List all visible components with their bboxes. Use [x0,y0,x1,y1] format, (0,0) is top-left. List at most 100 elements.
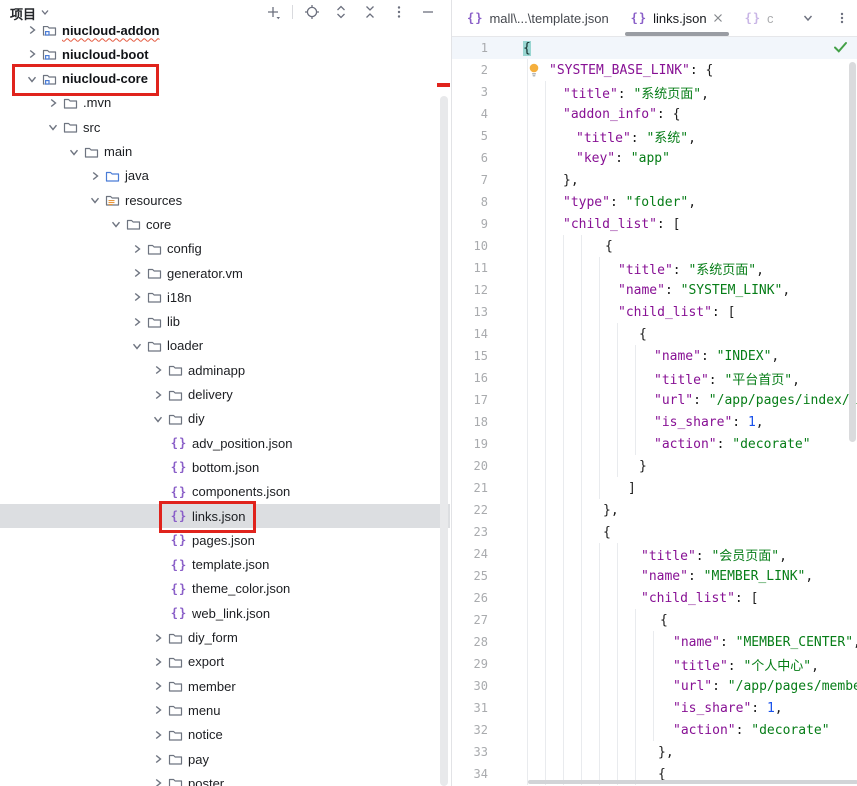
chevron-right-icon[interactable] [149,775,166,786]
code-line: 22}, [452,499,857,521]
tree-row-bottom-json[interactable]: {}bottom.json [0,455,450,479]
tab-label: c [767,11,774,26]
chevron-down-icon[interactable] [107,216,124,232]
chevron-right-icon[interactable] [128,314,145,330]
expand-all-icon[interactable] [331,2,351,22]
line-number: 30 [452,679,496,693]
tree-row-adminapp[interactable]: adminapp [0,358,450,382]
token-p: , [782,283,790,298]
tree-row-diy[interactable]: diy [0,407,450,431]
token-k: "title" [654,373,709,388]
token-s: "系统" [646,131,688,146]
tab-overflow-chevron-icon[interactable] [798,8,818,28]
tree-row-links-json[interactable]: {}links.json [0,504,450,528]
hide-panel-icon[interactable] [418,2,438,22]
chevron-down-icon[interactable] [65,144,82,160]
chevron-right-icon[interactable] [149,702,166,718]
tree-row-config[interactable]: config [0,237,450,261]
chevron-down-icon[interactable] [128,338,145,354]
tree-row-resources[interactable]: resources [0,188,450,212]
close-icon[interactable] [713,13,723,23]
token-s: "系统页面" [633,87,701,102]
add-icon[interactable] [263,2,283,22]
line-number: 2 [452,63,496,77]
code-line: 30"url": "/app/pages/member/index", [452,675,857,697]
tree-row-delivery[interactable]: delivery [0,383,450,407]
tab-c[interactable]: {}c [734,0,785,36]
intention-bulb-icon[interactable] [528,63,540,81]
tree-row-niucloud-boot[interactable]: niucloud-boot [0,42,450,66]
locate-icon[interactable] [302,2,322,22]
chevron-right-icon[interactable] [86,168,103,184]
folder-icon [166,702,184,718]
token-k: "child_list" [618,305,712,320]
chevron-right-icon[interactable] [149,362,166,378]
tree-row-poster[interactable]: poster [0,771,450,786]
tree-row-src[interactable]: src [0,115,450,139]
tree-row-lib[interactable]: lib [0,310,450,334]
chevron-right-icon[interactable] [149,654,166,670]
code-editor[interactable]: 1{2"SYSTEM_BASE_LINK": {3"title": "系统页面"… [452,37,857,786]
active-tab-underline [625,32,729,36]
tab-links-json[interactable]: {}links.json [620,0,734,36]
tree-row-diy-form[interactable]: diy_form [0,626,450,650]
tree-row-web-link-json[interactable]: {}web_link.json [0,601,450,625]
tab-mall-template-json[interactable]: {}mall\...\template.json [456,0,620,36]
chevron-right-icon[interactable] [149,630,166,646]
token-p: : [720,635,736,650]
tree-row-generator-vm[interactable]: generator.vm [0,261,450,285]
tree-row--mvn[interactable]: .mvn [0,91,450,115]
project-view-selector[interactable]: 项目 [0,0,50,26]
chevron-right-icon[interactable] [149,678,166,694]
red-annotation-marker [437,83,450,87]
chevron-right-icon[interactable] [44,95,61,111]
tree-row-pages-json[interactable]: {}pages.json [0,528,450,552]
tree-scrollbar[interactable] [440,96,448,786]
tree-row-loader[interactable]: loader [0,334,450,358]
code-text: } [496,459,647,474]
inspections-check-icon[interactable] [833,41,848,59]
collapse-all-icon[interactable] [360,2,380,22]
token-p: : [696,549,712,564]
code-line: 5"title": "系统", [452,125,857,147]
line-number: 25 [452,569,496,583]
tree-row-core[interactable]: core [0,212,450,236]
tree-row-label: resources [125,193,182,208]
chevron-down-icon[interactable] [86,192,103,208]
tree-row-adv-position-json[interactable]: {}adv_position.json [0,431,450,455]
tree-row-theme-color-json[interactable]: {}theme_color.json [0,577,450,601]
more-options-icon[interactable] [389,2,409,22]
project-tree[interactable]: niucloud-addonniucloud-bootniucloud-core… [0,0,450,786]
editor-vertical-scrollbar[interactable] [849,62,856,442]
chevron-right-icon[interactable] [23,46,40,62]
editor-horizontal-scrollbar[interactable] [528,780,857,784]
chevron-right-icon[interactable] [149,387,166,403]
line-number: 26 [452,591,496,605]
tree-row-notice[interactable]: notice [0,723,450,747]
tree-row-menu[interactable]: menu [0,698,450,722]
chevron-right-icon[interactable] [149,727,166,743]
chevron-down-icon[interactable] [149,411,166,427]
chevron-right-icon[interactable] [128,241,145,257]
tree-row-main[interactable]: main [0,140,450,164]
tab-menu-kebab-icon[interactable] [832,8,852,28]
tree-row-template-json[interactable]: {}template.json [0,553,450,577]
tree-row-member[interactable]: member [0,674,450,698]
tree-row-export[interactable]: export [0,650,450,674]
chevron-right-icon[interactable] [149,751,166,767]
chevron-down-icon[interactable] [44,119,61,135]
chevron-down-icon[interactable] [23,71,40,87]
tree-row-pay[interactable]: pay [0,747,450,771]
tree-row-components-json[interactable]: {}components.json [0,480,450,504]
line-number: 14 [452,327,496,341]
line-number: 23 [452,525,496,539]
token-k: "action" [654,437,717,452]
tree-row-i18n[interactable]: i18n [0,285,450,309]
token-p: , [701,87,709,102]
line-number: 6 [452,151,496,165]
tree-row-niucloud-core[interactable]: niucloud-core [0,67,450,91]
chevron-right-icon[interactable] [128,265,145,281]
code-line: 14{ [452,323,857,345]
chevron-right-icon[interactable] [128,289,145,305]
tree-row-java[interactable]: java [0,164,450,188]
